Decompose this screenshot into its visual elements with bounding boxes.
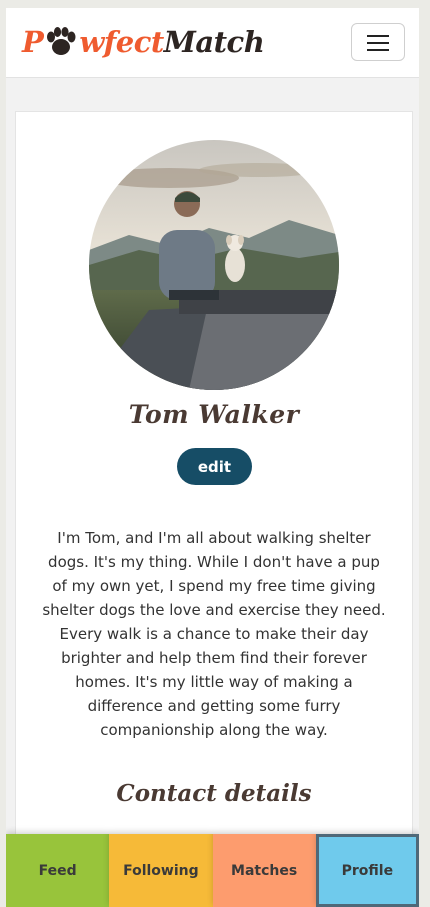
brand-text-middle: wfect: [79, 25, 164, 59]
brand-text-end: Match: [163, 25, 265, 59]
contact-details-heading: Contact details: [116, 780, 312, 807]
menu-toggle-button[interactable]: [351, 23, 405, 61]
brand-text-start: P: [22, 25, 44, 59]
profile-avatar: [89, 140, 339, 390]
profile-bio: I'm Tom, and I'm all about walking shelt…: [42, 529, 386, 739]
app-frame: P wfect Match Tom Walker edit I'm Tom, a…: [6, 8, 419, 907]
tab-matches[interactable]: Matches: [212, 834, 316, 907]
paw-print-icon: [47, 27, 76, 55]
tab-profile[interactable]: Profile: [315, 834, 419, 907]
top-navbar: P wfect Match: [6, 8, 419, 78]
avatar-photo: [89, 140, 339, 390]
edit-profile-button[interactable]: edit: [177, 448, 252, 485]
tab-following[interactable]: Following: [109, 834, 213, 907]
tab-feed[interactable]: Feed: [6, 834, 110, 907]
bottom-navigation: Feed Following Matches Profile: [6, 834, 419, 907]
profile-name: Tom Walker: [128, 400, 300, 429]
brand-logo[interactable]: P wfect Match: [22, 22, 265, 62]
profile-card: Tom Walker edit I'm Tom, and I'm all abo…: [15, 111, 413, 907]
